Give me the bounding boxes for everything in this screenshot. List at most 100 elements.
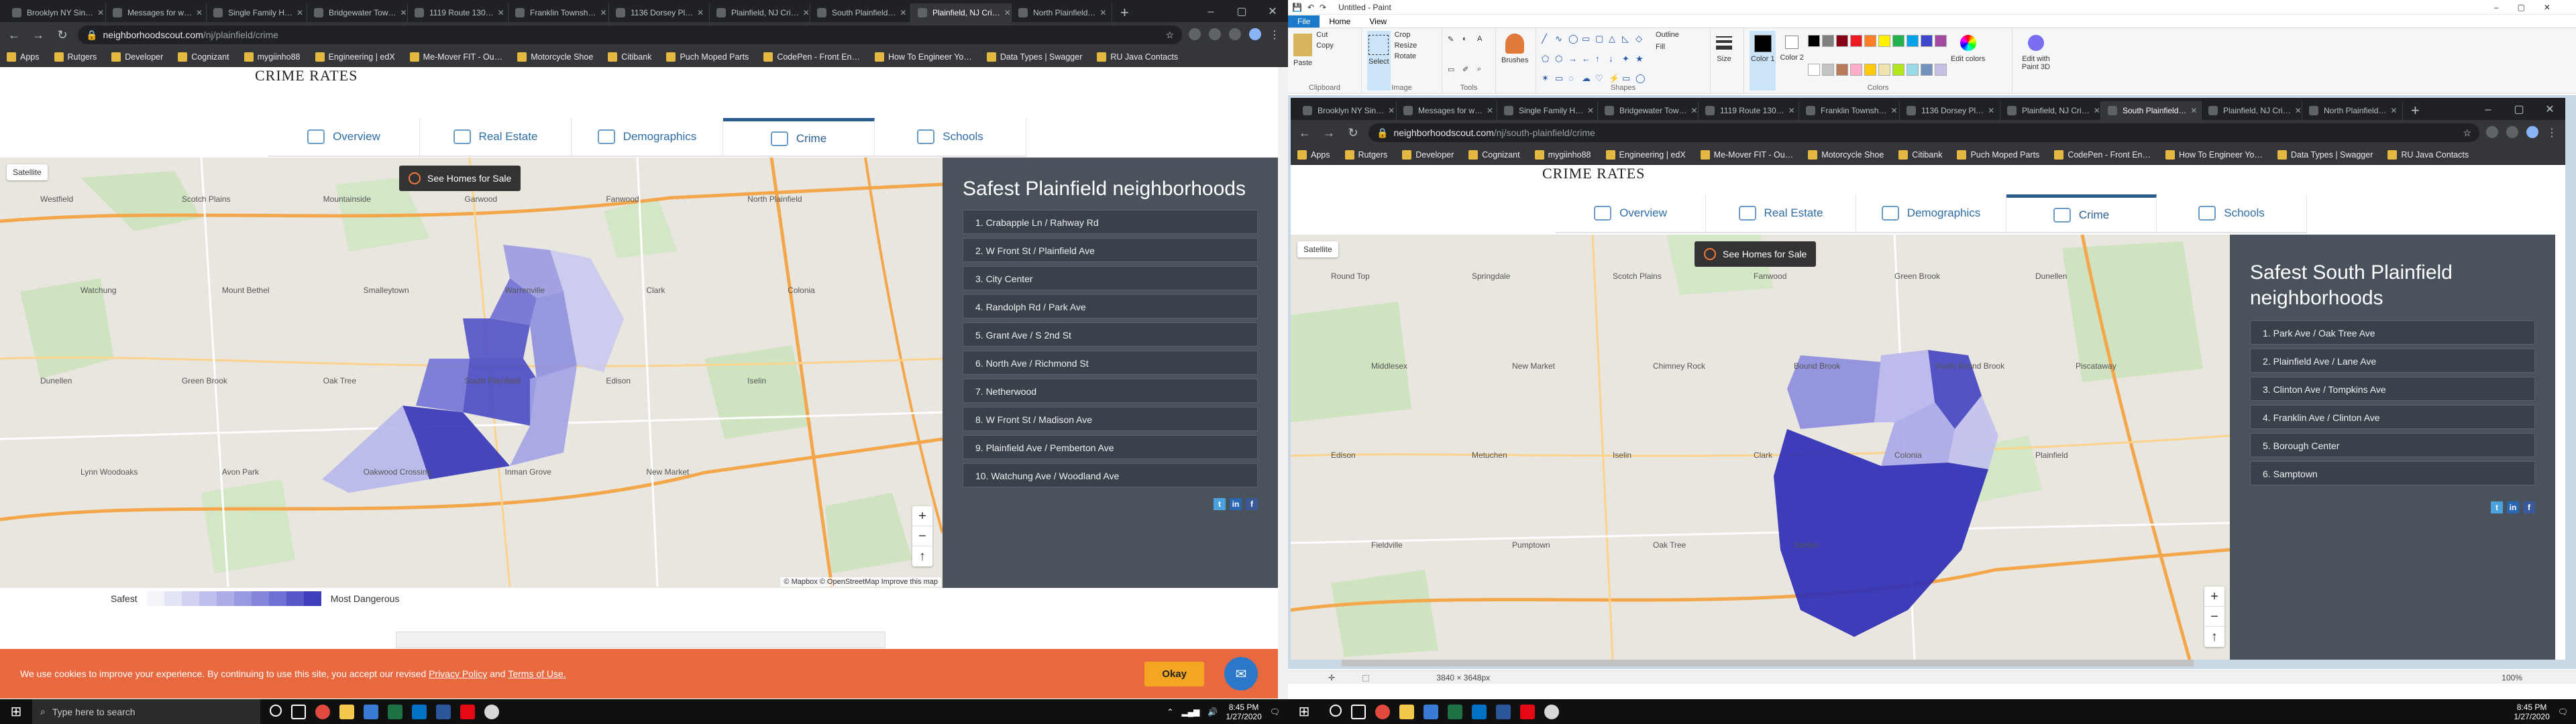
bookmark-item[interactable]: Cognizant [1468,150,1520,160]
chrome-icon[interactable] [1375,704,1390,719]
extension-icon[interactable] [1189,28,1201,40]
tab-crime[interactable]: Crime [2006,194,2157,232]
menu-icon[interactable]: ⋮ [1269,28,1280,42]
taskbar-search[interactable]: ⌕ Type here to search [32,699,260,724]
search-icon[interactable] [1330,704,1342,717]
forward-icon[interactable]: → [1320,126,1338,140]
bookmark-item[interactable]: Puch Moped Parts [666,52,749,62]
facebook-icon[interactable]: f [1246,498,1258,510]
bookmark-item[interactable]: Citibank [1898,150,1942,160]
paint-window-controls[interactable]: –▢✕ [2494,3,2576,12]
task-view-icon[interactable] [1351,704,1366,719]
palette-swatch[interactable] [1849,35,1862,47]
crime-map[interactable]: Round Top Springdale Scotch Plains Fanwood G… [1291,235,2230,660]
close-icon[interactable]: ✕ [1095,8,1106,17]
close-icon[interactable]: ✕ [693,8,704,17]
tab-demographics[interactable]: Demographics [572,118,723,156]
menu-icon[interactable]: ⋮ [2546,126,2557,139]
browser-tab[interactable]: South Plainfield… ✕ [810,3,911,22]
close-icon[interactable]: ✕ [1784,106,1795,115]
bookmark-item[interactable]: RU Java Contacts [2387,150,2469,160]
volume-icon[interactable]: 🔊 [1208,707,1218,717]
bookmark-item[interactable]: Cognizant [178,52,229,62]
browser-tab[interactable]: Bridgewater Tow… ✕ [1598,101,1699,120]
paste-button[interactable]: Paste [1293,31,1312,90]
task-view-icon[interactable] [291,704,306,719]
browser-tab[interactable]: 1136 Dorsey Pl… ✕ [1900,101,2000,120]
bookmark-item[interactable]: Rutgers [1344,150,1387,160]
neighborhood-item[interactable]: 4. Franklin Ave / Clinton Ave [2250,405,2535,429]
zoom-out-button[interactable]: − [912,526,932,546]
new-tab-button[interactable]: + [1112,3,1137,22]
neighborhood-item[interactable]: 2. W Front St / Plainfield Ave [963,238,1258,262]
browser-tab[interactable]: Plainfield, NJ Cri… ✕ [2202,101,2302,120]
bookmark-item[interactable]: RU Java Contacts [1097,52,1178,62]
close-icon[interactable]: ✕ [1483,106,1493,115]
shapes-gallery[interactable]: ╱ ∿ ◯ ▭ ▢ △ ◺ ◇ ⬠ ⬡ → ← ↑ ↓ ✦ ★ ✶ ▭ ◌ ☁ ♡ ⚡ ▭ ◯ [1542,34,1646,90]
tab-real-estate[interactable]: Real Estate [1706,194,1856,232]
browser-tab[interactable]: Franklin Townsh… ✕ [508,3,609,22]
palette-swatch[interactable] [1864,64,1876,76]
bookmark-item[interactable]: Motorcycle Shoe [1808,150,1884,160]
paint-h-scrollbar[interactable] [1342,660,2194,666]
palette-swatch[interactable] [1807,35,1820,47]
palette-swatch[interactable] [1878,64,1890,76]
close-icon[interactable]: ✕ [292,8,303,17]
excel-icon[interactable] [1448,704,1462,719]
bookmark-item[interactable]: Me-Mover FIT - Ou… [409,52,502,62]
compass-button[interactable]: ↑ [912,546,932,566]
neighborhood-item[interactable]: 3. Clinton Ave / Tompkins Ave [2250,377,2535,401]
avatar[interactable] [1249,28,1261,40]
star-icon[interactable]: ☆ [2463,127,2471,139]
tab-schools[interactable]: Schools [2157,194,2307,232]
palette-swatch[interactable] [1892,35,1904,47]
close-icon[interactable]: ✕ [396,8,407,17]
pencil-icon[interactable]: ✎ [1448,35,1458,61]
ad-banner[interactable] [396,631,885,648]
browser-tab[interactable]: Messages for w… ✕ [106,3,207,22]
cut-button[interactable]: Cut [1316,31,1334,39]
browser-tab[interactable]: 1119 Route 130… ✕ [408,3,508,22]
bookmark-item[interactable]: Developer [111,52,163,62]
tab-crime[interactable]: Crime [723,118,875,156]
twitter-icon[interactable]: t [2491,501,2503,514]
color2-button[interactable]: Color 2 [1780,31,1804,90]
file-explorer-icon[interactable] [1399,704,1414,719]
bookmark-item[interactable]: Engineering | edX [315,52,395,62]
store-icon[interactable] [364,704,378,719]
close-icon[interactable]: ✕ [1384,106,1395,115]
linkedin-icon[interactable]: in [2507,501,2519,514]
menu-home[interactable]: Home [1320,15,1360,27]
bookmark-item[interactable]: Engineering | edX [1605,150,1686,160]
see-homes-button[interactable]: See Homes for Sale [399,166,521,191]
close-icon[interactable]: ✕ [799,8,810,17]
size-button[interactable]: Size [1716,31,1732,90]
bookmark-item[interactable]: CodePen - Front En… [2054,150,2151,160]
color1-button[interactable]: Color 1 [1750,31,1776,90]
paint-icon[interactable] [1544,704,1559,719]
crime-map[interactable]: Westfield Scotch Plains Mountainside Garwoo… [0,158,943,588]
left-scrollbar[interactable] [1278,67,1288,699]
paint-canvas[interactable]: Brooklyn NY Sin… ✕ Messages for w… ✕ Single … [1291,98,2565,660]
bookmark-item[interactable]: Citibank [608,52,651,62]
close-icon[interactable]: ✕ [494,8,504,17]
tray-chevron-icon[interactable]: ⌃ [1167,707,1173,717]
bookmark-item[interactable]: Developer [1402,150,1454,160]
tab-demographics[interactable]: Demographics [1856,194,2006,232]
back-icon[interactable]: ← [5,28,23,42]
back-icon[interactable]: ← [1296,126,1313,140]
rotate-button[interactable]: Rotate [1395,52,1417,60]
palette-swatch[interactable] [1934,64,1947,76]
browser-tab[interactable]: Single Family H… ✕ [1497,101,1598,120]
select-button[interactable]: Select [1367,31,1391,90]
text-icon[interactable]: A [1477,35,1488,61]
zoom-out-button[interactable]: − [2204,607,2224,627]
cortana-icon[interactable] [270,704,282,717]
chat-icon[interactable]: ✉ [1224,657,1258,690]
excel-icon[interactable] [388,704,402,719]
copy-button[interactable]: Copy [1316,42,1334,50]
neighborhood-item[interactable]: 5. Borough Center [2250,433,2535,457]
close-icon[interactable]: ✕ [93,8,104,17]
save-icon[interactable]: 💾 [1292,3,1302,12]
reload-icon[interactable]: ↻ [54,28,71,42]
